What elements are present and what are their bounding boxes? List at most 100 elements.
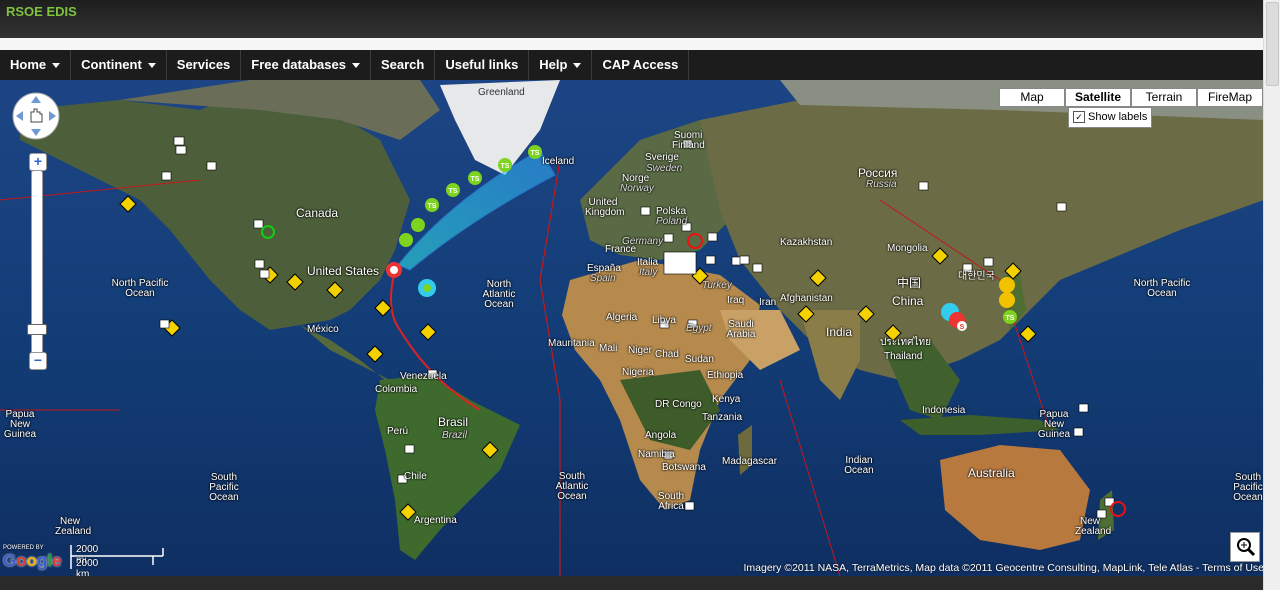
label-new-zealand-2: New Zealand: [1075, 516, 1112, 537]
label-north-pacific-2: North Pacific Ocean: [1133, 278, 1191, 299]
nav-help[interactable]: Help: [529, 50, 593, 80]
label-argentina: Argentina: [414, 515, 457, 526]
label-papua-2: Papua New Guinea: [1037, 409, 1071, 440]
show-labels-label: Show labels: [1088, 111, 1148, 123]
chevron-down-icon: [52, 63, 61, 69]
magnifier-icon: [1237, 538, 1256, 557]
label-greenland: Greenland: [478, 87, 525, 98]
nav-services-label: Services: [176, 57, 231, 72]
label-sweden: Sweden: [646, 163, 683, 174]
label-poland: Poland: [656, 216, 688, 227]
nav-useful-links-label: Useful links: [445, 57, 519, 72]
label-italy: Italy: [639, 267, 658, 278]
label-australia: Australia: [968, 466, 1015, 480]
label-kazakhstan: Kazakhstan: [780, 237, 833, 248]
world-map[interactable]: TS TS TS TS TS S TS Greenland Canada Uni…: [0, 80, 1264, 576]
label-venezuela: Venezuela: [400, 371, 447, 382]
event-markers: TS TS TS TS TS S TS: [119, 136, 1126, 521]
nav-free-databases[interactable]: Free databases: [241, 50, 371, 80]
label-united-kingdom: United Kingdom: [585, 197, 625, 218]
top-header: RSOE EDIS: [0, 0, 1264, 38]
scrollbar-thumb[interactable]: [1266, 2, 1279, 86]
google-logo[interactable]: Google: [3, 551, 62, 571]
maptype-firemap[interactable]: FireMap: [1197, 88, 1263, 107]
maptype-terrain[interactable]: Terrain: [1131, 88, 1197, 107]
map-copyright: Imagery ©2011 NASA, TerraMetrics, Map da…: [743, 562, 1265, 574]
main-navigation: Home Continent Services Free databases S…: [0, 50, 1264, 80]
maptype-satellite[interactable]: Satellite: [1065, 88, 1131, 107]
label-norway: Norway: [620, 183, 654, 194]
svg-text:TS: TS: [531, 150, 540, 157]
label-north-atlantic: North Atlantic Ocean: [482, 279, 516, 310]
label-china: China: [892, 294, 924, 308]
label-iceland: Iceland: [542, 156, 575, 167]
chevron-down-icon: [147, 63, 156, 69]
brand-logo[interactable]: RSOE EDIS: [6, 4, 77, 19]
label-new-zealand-1: New Zealand: [55, 516, 92, 537]
zoom-in-button[interactable]: +: [29, 153, 47, 171]
nav-search-label: Search: [380, 57, 425, 72]
label-iran: Iran: [759, 297, 777, 308]
label-korea: 대한민국: [958, 271, 995, 282]
label-saudi: Saudi Arabia: [726, 319, 756, 340]
nav-home[interactable]: Home: [0, 50, 72, 80]
nav-useful-links[interactable]: Useful links: [435, 50, 530, 80]
label-angola: Angola: [645, 430, 677, 441]
maptype-map[interactable]: Map: [999, 88, 1065, 107]
label-mongolia: Mongolia: [887, 243, 928, 254]
label-indonesia: Indonesia: [922, 405, 966, 416]
label-niger: Niger: [628, 345, 652, 356]
scale-km: 2000 km: [76, 558, 99, 576]
nav-search[interactable]: Search: [371, 50, 436, 80]
label-libya: Libya: [652, 315, 676, 326]
nav-help-label: Help: [539, 57, 568, 72]
label-south-pacific-1: South Pacific Ocean: [209, 472, 239, 503]
label-india: India: [826, 325, 853, 339]
label-colombia: Colombia: [375, 384, 418, 395]
zoom-tool-button[interactable]: [1230, 532, 1260, 562]
page-bottom: [0, 576, 1264, 590]
label-south-atlantic: South Atlantic Ocean: [555, 471, 589, 502]
checkbox-checked-icon[interactable]: ✓: [1073, 111, 1085, 124]
chevron-down-icon: [351, 63, 360, 69]
svg-text:TS: TS: [501, 163, 510, 170]
label-mexico: México: [307, 324, 339, 335]
zoom-out-button[interactable]: −: [29, 352, 47, 370]
nav-continent[interactable]: Continent: [71, 50, 167, 80]
label-rossiya: Россия: [858, 166, 898, 180]
label-nigeria: Nigeria: [622, 367, 654, 378]
label-peru: Perú: [387, 426, 409, 437]
zoom-slider-thumb[interactable]: [27, 324, 47, 335]
nav-home-label: Home: [10, 57, 47, 72]
show-labels-toggle[interactable]: ✓ Show labels: [1068, 107, 1152, 128]
label-thailand-th: ประเทศไทย: [880, 337, 931, 348]
label-south-pacific-2: South Pacific Ocean: [1233, 472, 1263, 503]
label-afghanistan: Afghanistan: [780, 293, 833, 304]
svg-text:S: S: [960, 324, 965, 331]
label-united-states: United States: [307, 264, 380, 278]
label-egypt: Egypt: [686, 323, 712, 334]
svg-text:TS: TS: [428, 203, 437, 210]
label-north-pacific-1: North Pacific Ocean: [111, 278, 169, 299]
label-finland: Finland: [672, 140, 705, 151]
label-mauritania: Mauritania: [548, 338, 595, 349]
label-indian-ocean: Indian Ocean: [844, 455, 874, 476]
vertical-scrollbar[interactable]: [1263, 0, 1280, 590]
label-chile: Chile: [404, 471, 427, 482]
nav-continent-label: Continent: [81, 57, 142, 72]
label-iraq: Iraq: [727, 295, 745, 306]
nav-services[interactable]: Services: [167, 50, 242, 80]
label-madagascar: Madagascar: [722, 456, 778, 467]
label-thailand: Thailand: [884, 351, 923, 362]
label-papua-1: Papua New Guinea: [3, 409, 37, 440]
label-russia: Russia: [866, 179, 897, 190]
volcano-icon: [159, 136, 1115, 519]
svg-text:TS: TS: [1006, 315, 1015, 322]
label-canada: Canada: [296, 206, 339, 220]
pan-control[interactable]: [12, 92, 60, 140]
label-ethiopia: Ethiopia: [707, 370, 744, 381]
label-botswana: Botswana: [662, 462, 706, 473]
nav-cap-access[interactable]: CAP Access: [592, 50, 690, 80]
nav-cap-access-label: CAP Access: [602, 57, 679, 72]
label-turkey: Turkey: [702, 280, 732, 291]
